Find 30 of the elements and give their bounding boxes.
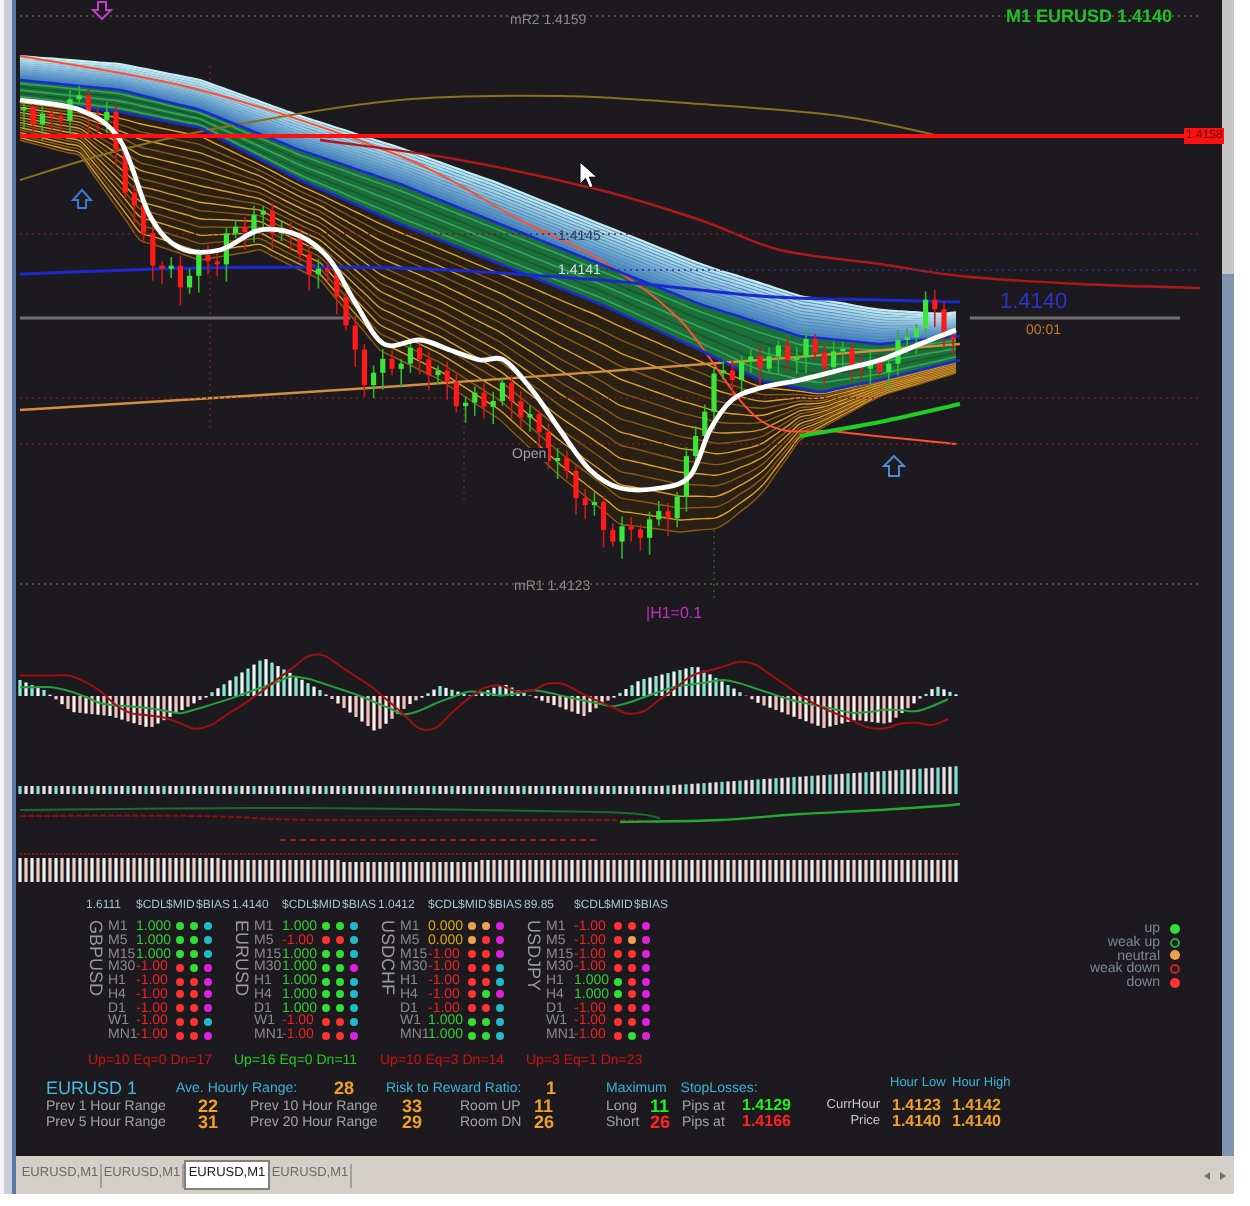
stat-value: 1.4129 bbox=[742, 1098, 793, 1114]
stat-value: 28 bbox=[334, 1079, 357, 1097]
stat-value: 1.4142 bbox=[952, 1098, 1003, 1114]
stat-value: 1.4123 bbox=[892, 1098, 943, 1114]
symbol-title: EURUSD 1 bbox=[46, 1079, 140, 1097]
up-arrow-icon bbox=[70, 188, 94, 209]
stat-value: 22 bbox=[198, 1097, 221, 1115]
stat-value: 31 bbox=[198, 1113, 221, 1131]
chart-title: M1 EURUSD 1.4140 bbox=[1005, 8, 1172, 26]
stat-value: 11 bbox=[534, 1097, 556, 1115]
scroll-right-icon[interactable] bbox=[1220, 1171, 1226, 1179]
down-arrow-icon bbox=[90, 1, 114, 21]
current-price-label: 1.4140 bbox=[1000, 292, 1068, 314]
indicator-label: |H1=0.1 bbox=[646, 606, 703, 622]
pair-name: EURUSD bbox=[232, 920, 252, 1001]
stat-value: 26 bbox=[650, 1113, 673, 1131]
stat-value: 29 bbox=[402, 1113, 425, 1131]
up-arrow-icon bbox=[881, 454, 907, 477]
stat-value: 1.4166 bbox=[742, 1114, 793, 1130]
pair-name: USDJPY bbox=[524, 920, 544, 996]
pair-name: GBPUSD bbox=[86, 920, 106, 1001]
stat-value: 33 bbox=[402, 1097, 425, 1115]
stat-value: 1.4140 bbox=[952, 1114, 1003, 1130]
mouse-cursor-icon bbox=[579, 161, 598, 189]
scroll-left-icon[interactable] bbox=[1204, 1171, 1210, 1179]
stat-value: 11 bbox=[650, 1097, 672, 1115]
stat-value: 1 bbox=[546, 1079, 559, 1097]
pair-name: USDCHF bbox=[378, 920, 398, 999]
stat-value: 26 bbox=[534, 1113, 557, 1131]
stat-value: 1.4140 bbox=[892, 1114, 943, 1130]
